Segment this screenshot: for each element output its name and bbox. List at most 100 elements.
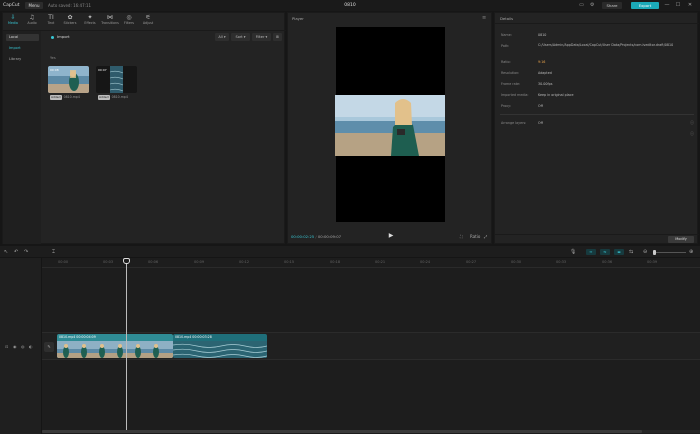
fullscreen-icon[interactable]: ⛶ <box>460 233 463 240</box>
ruler-tick: 00:24 <box>420 260 431 264</box>
ruler-tick: 00:36 <box>602 260 613 264</box>
tab-label: Stickers <box>63 21 77 25</box>
sidebar-item-local[interactable]: Local <box>6 34 39 41</box>
zoom-fit-icon[interactable]: ⇆ <box>629 248 633 256</box>
thumbnail-caption: Added 0810.mp4 <box>98 95 128 100</box>
detail-value: 9:16 <box>538 60 546 64</box>
time-ruler[interactable]: 00:00 00:03 00:06 00:09 00:12 00:15 00:1… <box>42 258 700 268</box>
tab-media[interactable]: ⇩ Media <box>4 14 22 28</box>
close-button[interactable]: ✕ <box>686 2 694 9</box>
tab-adjust[interactable]: ⚟ Adjust <box>139 14 157 28</box>
sort-button[interactable]: Sort ▾ <box>231 33 250 41</box>
tab-stickers[interactable]: ✿ Stickers <box>61 14 79 28</box>
grid-view-icon[interactable]: ⊞ <box>273 33 282 41</box>
thumbnail-duration: 00:07 <box>98 68 107 72</box>
ruler-tick: 00:18 <box>330 260 341 264</box>
tab-transitions[interactable]: ⋈ Transitions <box>101 14 119 28</box>
timeline: ↖ ↶ ↷ ⌶ 🎙 ⇔ ⇋ ▬ ⇆ ⊖ ⊕ ⊡ ◉ ◍ ◐ 00:00 00:0… <box>0 246 700 434</box>
added-badge: Added <box>98 95 110 100</box>
timeline-clip[interactable]: 0810.mp4 00:00:04:09 <box>57 334 173 358</box>
zoom-slider[interactable] <box>654 252 686 253</box>
detail-value: 0810 <box>538 33 547 37</box>
sidebar-item-library[interactable]: Library <box>6 56 39 63</box>
ratio-button[interactable]: Ratio <box>470 233 480 240</box>
playhead-handle[interactable] <box>123 258 130 264</box>
transitions-tab-icon: ⋈ <box>107 14 113 21</box>
mic-icon[interactable]: 🎙 <box>570 248 576 256</box>
tab-label: Filters <box>124 21 134 25</box>
tab-effects[interactable]: ✦ Effects <box>81 14 99 28</box>
import-button[interactable]: Import <box>49 33 79 41</box>
tab-filters[interactable]: ◎ Filters <box>120 14 138 28</box>
added-badge: Added <box>50 95 62 100</box>
detail-value: C:/Users/Admin/AppData/Local/CapCut/User… <box>538 43 674 47</box>
effects-tab-icon: ✦ <box>87 14 93 21</box>
tab-label: Effects <box>84 21 96 25</box>
detail-value: Off <box>538 104 543 108</box>
scrollbar-thumb[interactable] <box>42 430 642 433</box>
detail-label: Imported media: <box>501 93 529 97</box>
modify-button[interactable]: Modify <box>668 236 694 243</box>
divider <box>495 234 699 235</box>
tab-label: Audio <box>27 21 37 25</box>
adjust-tab-icon: ⚟ <box>145 14 151 21</box>
menu-button[interactable]: Menu <box>25 2 43 9</box>
horizontal-scrollbar[interactable] <box>42 430 700 433</box>
ruler-tick: 00:00 <box>58 260 69 264</box>
zoom-in-icon[interactable]: ⊕ <box>689 248 693 256</box>
expand-icon[interactable]: ⤢ <box>484 233 487 240</box>
current-time: 00:00:02:25 <box>291 234 315 239</box>
mute-icon[interactable]: ◍ <box>21 344 25 349</box>
stickers-tab-icon: ✿ <box>67 14 73 21</box>
export-button[interactable]: Export <box>631 2 659 9</box>
play-button[interactable]: ▶ <box>387 232 395 240</box>
thumbnail-name: 0810.mp4 <box>63 95 80 99</box>
all-filter-button[interactable]: All ▾ <box>215 33 229 41</box>
audio-icon[interactable]: ◐ <box>29 344 33 349</box>
maximize-button[interactable]: ☐ <box>674 2 682 9</box>
menu-icon[interactable]: ≡ <box>482 15 486 21</box>
info-icon[interactable]: ⓘ <box>690 131 694 137</box>
cover-button[interactable]: ✎ <box>44 342 54 352</box>
clip-label: 0810.mp4 00:00:04:09 <box>59 335 96 339</box>
detail-value: Adapted <box>538 71 552 75</box>
ruler-tick: 00:09 <box>194 260 205 264</box>
ruler-tick: 00:03 <box>103 260 114 264</box>
tab-label: Media <box>8 21 18 25</box>
redo-icon[interactable]: ↷ <box>24 248 28 256</box>
ruler-tick: 00:33 <box>556 260 567 264</box>
total-time: 00:00:09:07 <box>317 234 342 239</box>
tab-text[interactable]: TI Text <box>42 14 60 28</box>
detail-value: 30.00fps <box>538 82 553 86</box>
sidebar-item-import[interactable]: Import <box>6 45 39 52</box>
filter-button[interactable]: Filter ▾ <box>252 33 271 41</box>
undo-icon[interactable]: ↶ <box>14 248 18 256</box>
divider <box>3 30 286 31</box>
project-title: 0810 <box>344 3 356 8</box>
detail-label: Ratio: <box>501 60 511 64</box>
minimize-button[interactable]: — <box>663 2 671 9</box>
gear-icon[interactable]: ⚙ <box>590 2 596 9</box>
info-icon[interactable]: ⓘ <box>690 120 694 126</box>
lock-icon[interactable]: ⊡ <box>5 344 8 349</box>
ruler-tick: 00:21 <box>375 260 386 264</box>
timeline-clip[interactable]: 0810.mp4 00:00:03:28 <box>173 334 267 358</box>
player-title: Player <box>292 16 304 21</box>
auto-save-status: Auto saved: 16:47:11 <box>48 3 92 8</box>
tab-audio[interactable]: ♫ Audio <box>23 14 41 28</box>
split-icon[interactable]: ⌶ <box>52 248 55 256</box>
monitor-icon[interactable]: ▭ <box>578 2 585 9</box>
detail-value: Off <box>538 121 543 125</box>
tab-label: Text <box>47 21 55 25</box>
zoom-out-icon[interactable]: ⊖ <box>643 248 647 256</box>
share-button[interactable]: Share <box>602 2 622 9</box>
playhead-line[interactable] <box>126 259 127 431</box>
select-tool-icon[interactable]: ↖ <box>4 248 8 256</box>
zoom-slider-handle[interactable] <box>653 250 656 255</box>
link-toggle[interactable]: ⇔ <box>586 249 596 255</box>
beach-scene-image <box>335 95 445 156</box>
thumbnail-name: 0810.mp4 <box>111 95 128 99</box>
hide-icon[interactable]: ◉ <box>13 344 17 349</box>
snap-toggle[interactable]: ⇋ <box>600 249 610 255</box>
preview-axis-toggle[interactable]: ▬ <box>614 249 624 255</box>
